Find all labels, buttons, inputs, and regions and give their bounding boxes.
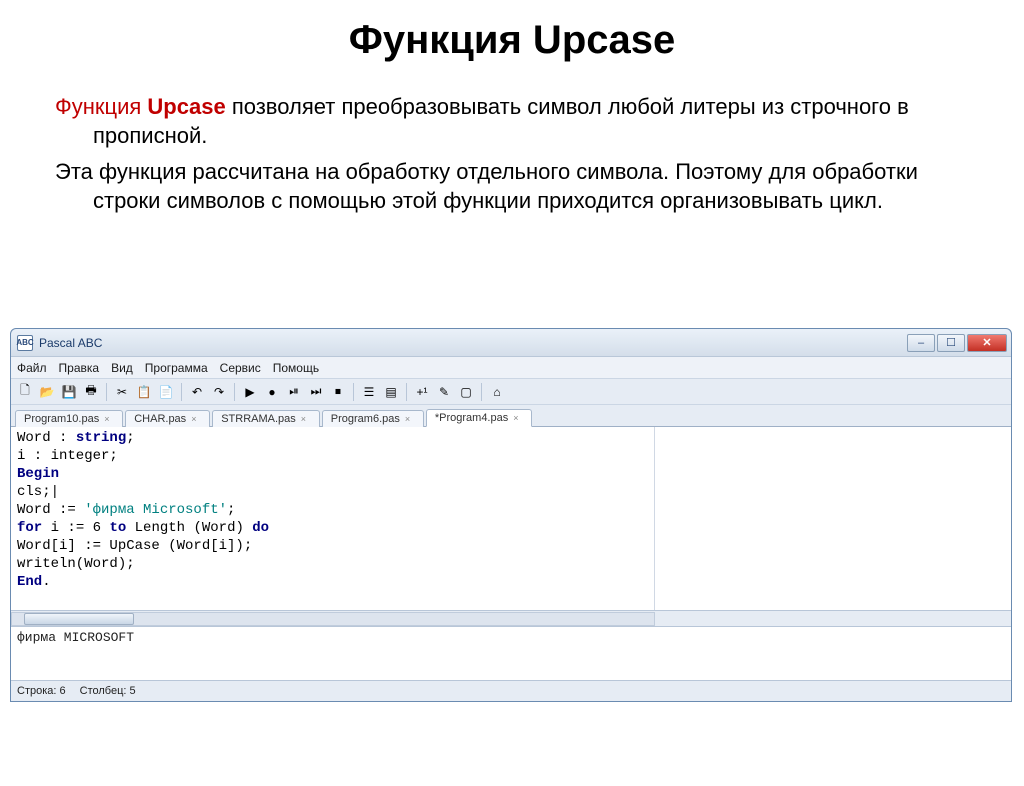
menubar: Файл Правка Вид Программа Сервис Помощь xyxy=(11,357,1011,379)
p1-prefix: Функция xyxy=(55,94,147,119)
tab-close-icon[interactable]: × xyxy=(301,414,311,424)
tab-label: STRRAMA.pas xyxy=(221,413,296,425)
toolbar-button[interactable]: ⏯ xyxy=(284,382,304,402)
toolbar-separator xyxy=(181,383,182,401)
pascal-abc-window: ABC Pascal ABC – ☐ ✕ Файл Правка Вид Про… xyxy=(10,328,1012,702)
code-area: Word : string; i : integer; Begin cls;| … xyxy=(11,427,1011,611)
tab-close-icon[interactable]: × xyxy=(191,414,201,424)
toolbar-separator xyxy=(481,383,482,401)
toolbar-button[interactable]: ✎ xyxy=(434,382,454,402)
tab-label: *Program4.pas xyxy=(435,412,508,424)
toolbar-button[interactable]: ↶ xyxy=(187,382,207,402)
toolbar-button[interactable]: ● xyxy=(262,382,282,402)
menu-help[interactable]: Помощь xyxy=(273,361,319,375)
editor-tab[interactable]: Program6.pas × xyxy=(322,410,424,427)
toolbar-button[interactable]: ✂ xyxy=(112,382,132,402)
toolbar-separator xyxy=(353,383,354,401)
toolbar-button[interactable]: ⌂ xyxy=(487,382,507,402)
toolbar-button[interactable]: 🗋 xyxy=(15,382,35,402)
object-inspector-panel xyxy=(655,427,1011,610)
window-title: Pascal ABC xyxy=(39,336,907,350)
toolbar-button[interactable]: 📋 xyxy=(134,382,154,402)
tab-label: Program10.pas xyxy=(24,413,99,425)
toolbar-button[interactable]: ⏹ xyxy=(328,382,348,402)
menu-view[interactable]: Вид xyxy=(111,361,133,375)
status-line: Строка: 6 xyxy=(17,685,66,697)
paragraph-2: Эта функция рассчитана на обработку отде… xyxy=(55,158,969,215)
statusbar: Строка: 6 Столбец: 5 xyxy=(11,681,1011,701)
menu-file[interactable]: Файл xyxy=(17,361,47,375)
toolbar-button[interactable]: 📄 xyxy=(156,382,176,402)
paragraph-1: Функция Upcase позволяет преобразовывать… xyxy=(55,93,969,150)
slide-title: Функция Upcase xyxy=(0,18,1024,63)
tab-close-icon[interactable]: × xyxy=(513,413,523,423)
maximize-button[interactable]: ☐ xyxy=(937,334,965,352)
toolbar-button[interactable]: 🖶 xyxy=(81,382,101,402)
toolbar-button[interactable]: 📂 xyxy=(37,382,57,402)
menu-program[interactable]: Программа xyxy=(145,361,208,375)
output-panel: фирма MICROSOFT xyxy=(11,627,1011,681)
horizontal-scrollbar[interactable] xyxy=(11,611,1011,627)
code-editor[interactable]: Word : string; i : integer; Begin cls;| … xyxy=(11,427,655,610)
toolbar-button[interactable]: +¹ xyxy=(412,382,432,402)
toolbar: 🗋📂💾🖶 ✂📋📄 ↶↷ ▶●⏯⏭⏹ ☰▤ +¹✎▢ ⌂ xyxy=(11,379,1011,405)
close-button[interactable]: ✕ xyxy=(967,334,1007,352)
tab-close-icon[interactable]: × xyxy=(104,414,114,424)
menu-edit[interactable]: Правка xyxy=(59,361,100,375)
editor-tab[interactable]: CHAR.pas × xyxy=(125,410,210,427)
editor-tab[interactable]: Program10.pas × xyxy=(15,410,123,427)
toolbar-button[interactable]: ↷ xyxy=(209,382,229,402)
toolbar-button[interactable]: ▢ xyxy=(456,382,476,402)
minimize-button[interactable]: – xyxy=(907,334,935,352)
tab-label: CHAR.pas xyxy=(134,413,186,425)
app-icon: ABC xyxy=(17,335,33,351)
tabbar: Program10.pas×CHAR.pas×STRRAMA.pas×Progr… xyxy=(11,405,1011,427)
toolbar-separator xyxy=(106,383,107,401)
editor-tab[interactable]: *Program4.pas × xyxy=(426,409,532,427)
toolbar-button[interactable]: ▶ xyxy=(240,382,260,402)
toolbar-button[interactable]: ▤ xyxy=(381,382,401,402)
toolbar-button[interactable]: 💾 xyxy=(59,382,79,402)
menu-service[interactable]: Сервис xyxy=(220,361,261,375)
tab-close-icon[interactable]: × xyxy=(405,414,415,424)
titlebar[interactable]: ABC Pascal ABC – ☐ ✕ xyxy=(11,329,1011,357)
editor-tab[interactable]: STRRAMA.pas × xyxy=(212,410,320,427)
toolbar-button[interactable]: ⏭ xyxy=(306,382,326,402)
toolbar-button[interactable]: ☰ xyxy=(359,382,379,402)
toolbar-separator xyxy=(234,383,235,401)
p1-bold: Upcase xyxy=(147,94,225,119)
toolbar-separator xyxy=(406,383,407,401)
status-col: Столбец: 5 xyxy=(80,685,136,697)
tab-label: Program6.pas xyxy=(331,413,400,425)
